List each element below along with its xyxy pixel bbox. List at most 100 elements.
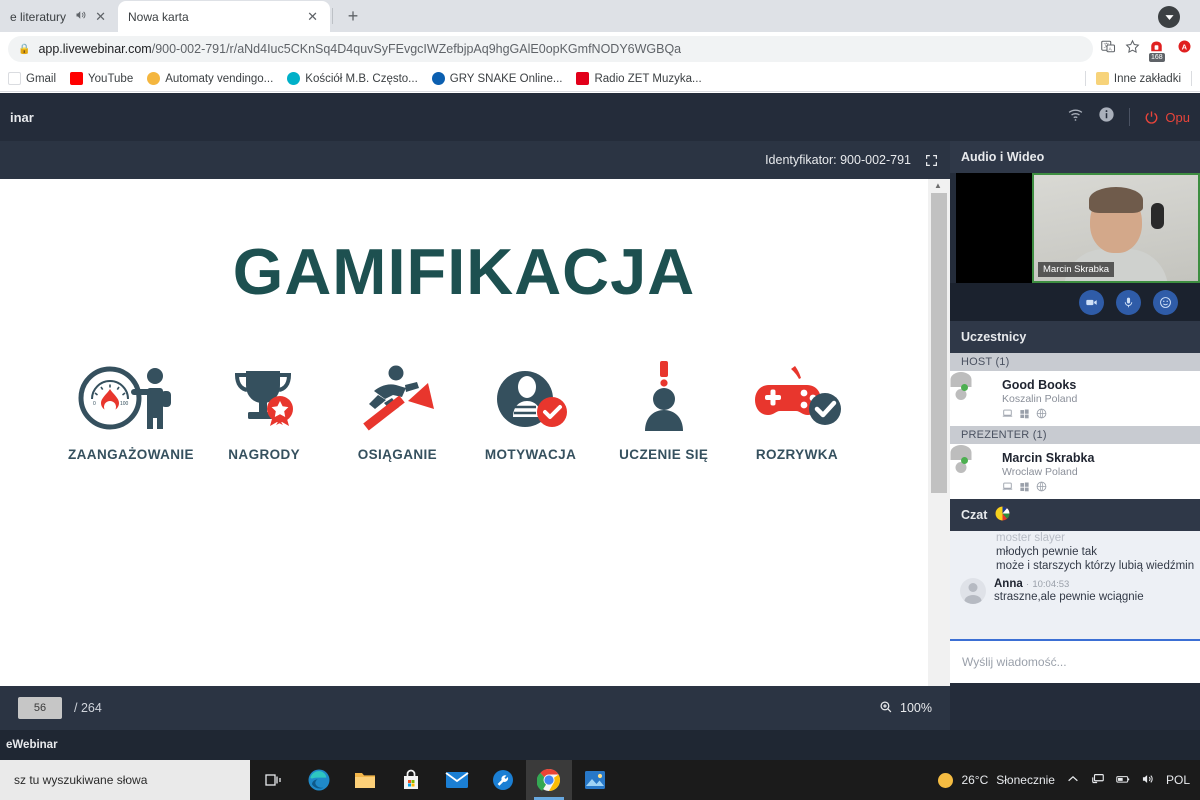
browser-tab-1-close-icon[interactable]: ✕: [93, 10, 108, 23]
speaker-icon[interactable]: [75, 9, 87, 24]
chat-messages[interactable]: moster slayer młodych pewnie tak może i …: [950, 531, 1200, 639]
chat-message-body: Anna · 10:04:53 straszne,ale pewnie wcią…: [994, 578, 1144, 604]
weather-widget[interactable]: 26°C Słonecznie: [938, 772, 1055, 788]
taskbar-search-input[interactable]: sz tu wyszukiwane słowa: [0, 760, 250, 800]
slide-item-label-0: ZAANGAŻOWANIE: [68, 447, 194, 462]
slide-title: GAMIFIKACJA: [232, 235, 696, 308]
participants-group-presenter: PREZENTER (1): [950, 426, 1200, 444]
bookmark-radiozet[interactable]: Radio ZET Muzyka...: [576, 72, 702, 85]
browser-tab-1-title: e literatury pięk: [10, 9, 69, 24]
window-title: eWebinar: [6, 739, 58, 751]
participant-row[interactable]: Good Books Koszalin Poland: [950, 371, 1200, 426]
participant-info: Marcin Skrabka Wroclaw Poland: [1002, 451, 1094, 492]
slide-item-motywacja: MOTYWACJA: [466, 359, 596, 462]
info-icon[interactable]: [1098, 106, 1115, 128]
chat-panel-title: Czat: [961, 508, 988, 522]
chevron-up-icon[interactable]: [1066, 772, 1080, 789]
video-hair: [1089, 187, 1143, 213]
wrench-icon: [493, 770, 513, 790]
translate-icon[interactable]: 文A: [1101, 39, 1116, 59]
bookmark-gmail-label: Gmail: [26, 72, 57, 85]
caret-up-icon[interactable]: ▲: [934, 181, 942, 190]
file-explorer-button[interactable]: [342, 760, 388, 800]
bookmark-vending[interactable]: Automaty vendingo...: [147, 72, 273, 85]
bookmark-youtube[interactable]: YouTube: [70, 72, 133, 85]
browser-tab-2-close-icon[interactable]: ✕: [305, 10, 320, 23]
smiley-icon: [1160, 296, 1171, 308]
mail-button[interactable]: [434, 760, 480, 800]
chat-panel-header[interactable]: Czat: [950, 499, 1200, 531]
task-view-button[interactable]: [250, 760, 296, 800]
slide-icon-row: 0 100 ZAANGAŻOWANIE NAGRODY OSIĄGANIE MO…: [44, 359, 884, 462]
expand-icon[interactable]: [925, 154, 938, 167]
browser-tab-1[interactable]: e literatury pięk ✕: [0, 1, 118, 32]
address-bar[interactable]: 🔒 app.livewebinar.com/900-002-791/r/aNd4…: [8, 36, 1093, 62]
profile-avatar-icon[interactable]: [1158, 6, 1180, 28]
audio-video-panel-title: Audio i Wideo: [961, 150, 1045, 164]
bookmark-church-label: Kościół M.B. Często...: [305, 72, 418, 85]
avatar: [961, 456, 993, 488]
participant-name: Good Books: [1002, 378, 1077, 392]
other-bookmarks-button[interactable]: Inne zakładki: [1095, 72, 1181, 85]
tool-button[interactable]: [480, 760, 526, 800]
audio-video-panel-header[interactable]: Audio i Wideo: [950, 141, 1200, 173]
participants-panel-header[interactable]: Uczestnicy: [950, 321, 1200, 353]
participant-location: Wroclaw Poland: [1002, 466, 1078, 478]
new-tab-button[interactable]: +: [339, 2, 367, 30]
bookmark-church[interactable]: Kościół M.B. Często...: [287, 72, 418, 85]
magnifier-icon[interactable]: [879, 700, 893, 717]
slide-scroll-thumb[interactable]: [931, 193, 947, 493]
wifi-icon[interactable]: [1067, 106, 1084, 128]
slide-item-rozrywka: ROZRYWKA: [732, 359, 862, 462]
participant-name: Marcin Skrabka: [1002, 451, 1095, 465]
microsoft-store-button[interactable]: [388, 760, 434, 800]
self-video-tile[interactable]: Marcin Skrabka: [1032, 173, 1200, 283]
camera-button[interactable]: [1079, 289, 1104, 315]
stage-toolbar: Identyfikator: 900-002-791: [0, 141, 950, 179]
extension-badge-count: 168: [1149, 52, 1165, 62]
svg-text:A: A: [1182, 43, 1188, 52]
leave-webinar-button[interactable]: Opu: [1144, 110, 1190, 125]
participant-row[interactable]: Marcin Skrabka Wroclaw Poland: [950, 444, 1200, 499]
taskbar-icons: [250, 760, 618, 800]
bookmark-star-icon[interactable]: [1125, 39, 1140, 59]
microphone-button[interactable]: [1116, 289, 1141, 315]
page-number-input[interactable]: [18, 697, 62, 719]
chrome-button[interactable]: [526, 760, 572, 800]
browser-icon: [1036, 408, 1047, 419]
battery-icon[interactable]: [1116, 772, 1130, 789]
svg-text:0: 0: [93, 401, 96, 407]
emoji-button[interactable]: [1153, 289, 1178, 315]
network-icon[interactable]: [1091, 772, 1105, 789]
slide-page-bar: / 264 100%: [0, 686, 950, 730]
bookmark-gmail[interactable]: Gmail: [8, 72, 56, 85]
youtube-icon: [70, 72, 84, 85]
page-total-label: / 264: [74, 701, 102, 715]
translate-flags-icon[interactable]: [995, 506, 1010, 524]
adblock-extension-icon[interactable]: 168: [1149, 40, 1168, 62]
chat-message: Anna · 10:04:53 straszne,ale pewnie wcią…: [950, 573, 1200, 604]
group-presenter-label: PREZENTER: [961, 429, 1030, 441]
chat-line: moster slayer: [996, 532, 1066, 544]
participant-info: Good Books Koszalin Poland: [1002, 378, 1077, 419]
zoom-control[interactable]: 100%: [879, 700, 932, 717]
photos-button[interactable]: [572, 760, 618, 800]
tabstrip-divider: [332, 8, 333, 24]
edge-button[interactable]: [296, 760, 342, 800]
person-exclamation-icon: [633, 359, 695, 431]
chat-input[interactable]: [962, 655, 1188, 669]
slide-item-label-5: ROZRYWKA: [755, 447, 839, 462]
volume-icon[interactable]: [1141, 772, 1155, 789]
language-indicator[interactable]: POL: [1166, 773, 1190, 787]
presentation-stage: Identyfikator: 900-002-791 GAMIFIKACJA 0…: [0, 141, 950, 800]
photos-icon: [585, 771, 605, 789]
tabstrip-right-controls: [1158, 6, 1200, 32]
bookmark-snake[interactable]: GRY SNAKE Online...: [431, 72, 562, 85]
svg-text:100: 100: [120, 401, 129, 407]
sun-icon: [938, 772, 954, 788]
bookmarks-divider: [1084, 71, 1086, 86]
chat-line: młodych pewnie tak: [996, 546, 1097, 558]
second-extension-icon[interactable]: A: [1177, 39, 1192, 59]
browser-tab-2[interactable]: Nowa karta ✕: [118, 1, 330, 32]
right-sidebar: Audio i Wideo Marcin Skrabka Uczestnicy …: [950, 141, 1200, 730]
